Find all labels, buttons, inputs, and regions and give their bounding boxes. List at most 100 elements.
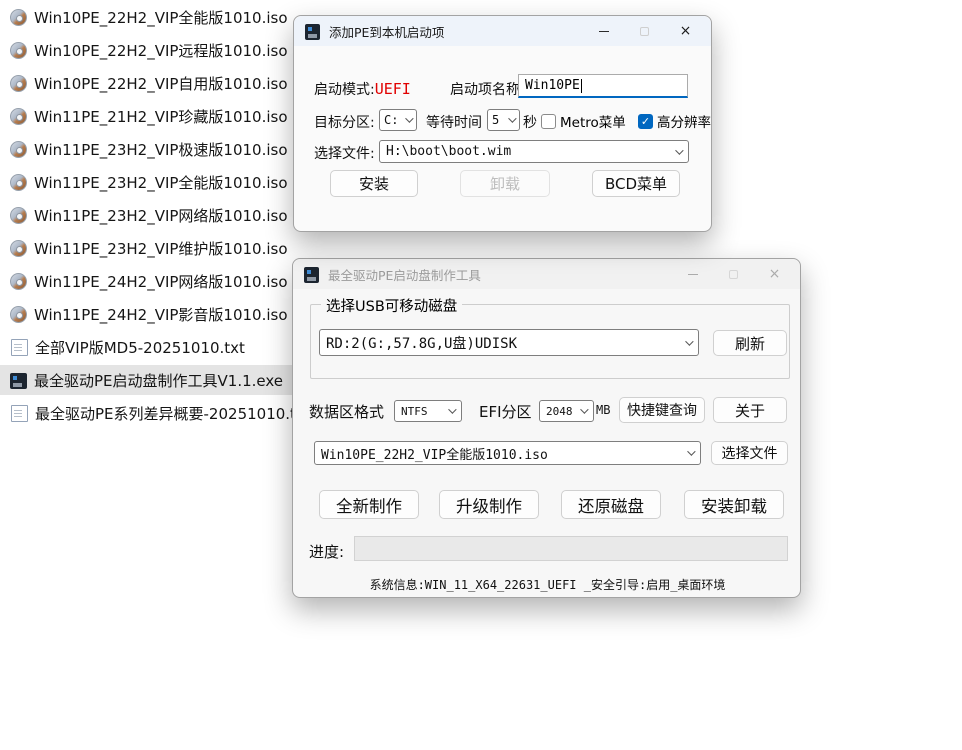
file-list-item[interactable]: Win11PE_23H2_VIP网络版1010.iso [0,200,302,230]
efi-size-value: 2048 [546,405,573,418]
dialog-title: 添加PE到本机启动项 [329,22,444,41]
iso-file-value: Win10PE_22H2_VIP全能版1010.iso [321,444,548,463]
disc-icon [10,207,27,224]
boot-wim-value: H:\boot\boot.wim [386,144,511,159]
boot-mode-value: UEFI [375,80,411,98]
disc-icon [10,240,27,257]
chevron-down-icon [580,405,588,413]
close-button[interactable]: × [665,16,706,46]
maximize-button[interactable] [713,259,754,289]
format-select[interactable]: NTFS [394,400,462,422]
disc-icon [10,42,27,59]
progress-label: 进度: [309,541,344,562]
file-list-item[interactable]: Win10PE_22H2_VIP自用版1010.iso [0,68,302,98]
disc-icon [10,273,27,290]
hotkey-query-button[interactable]: 快捷键查询 [619,397,705,423]
file-name: Win10PE_22H2_VIP远程版1010.iso [34,40,288,61]
wait-time-select[interactable]: 5 [487,109,520,131]
efi-size-select[interactable]: 2048 [539,400,594,422]
file-list-item[interactable]: Win11PE_24H2_VIP影音版1010.iso [0,299,302,329]
install-button[interactable]: 安装 [330,170,418,197]
chevron-down-icon [448,405,456,413]
disc-icon [10,9,27,26]
hires-checkbox-row[interactable]: 高分辨率 [638,111,711,131]
file-name: Win10PE_22H2_VIP全能版1010.iso [34,7,288,28]
main-window-title: 最全驱动PE启动盘制作工具 [328,265,481,284]
text-file-icon [11,339,28,356]
file-list-item[interactable]: 最全驱动PE系列差异概要-20251010.txt [0,398,325,428]
about-button[interactable]: 关于 [713,397,787,423]
file-list-item[interactable]: Win10PE_22H2_VIP远程版1010.iso [0,35,302,65]
format-label: 数据区格式 [309,401,384,422]
file-list-item[interactable]: Win11PE_21H2_VIP珍藏版1010.iso [0,101,302,131]
target-partition-select[interactable]: C: [379,109,417,131]
progress-bar [354,536,788,561]
target-partition-value: C: [384,113,398,127]
restore-disk-button[interactable]: 还原磁盘 [561,490,661,519]
executable-icon [10,373,27,389]
hires-checkbox[interactable] [638,114,653,129]
boot-name-input[interactable]: Win10PE [518,74,688,98]
file-name: 最全驱动PE系列差异概要-20251010.txt [35,403,311,424]
upgrade-make-button[interactable]: 升级制作 [439,490,539,519]
boot-wim-select[interactable]: H:\boot\boot.wim [379,140,689,163]
wait-time-label: 等待时间 [426,112,482,132]
file-list-item[interactable]: Win11PE_23H2_VIP维护版1010.iso [0,233,302,263]
disc-icon [10,108,27,125]
file-list-item[interactable]: 全部VIP版MD5-20251010.txt [0,332,259,362]
disc-icon [10,75,27,92]
metro-menu-checkbox-row[interactable]: Metro菜单 [541,111,626,131]
file-name: 最全驱动PE启动盘制作工具V1.1.exe [34,370,283,391]
uninstall-button: 卸载 [460,170,550,197]
choose-file-button[interactable]: 选择文件 [711,441,788,465]
file-list-item[interactable]: Win10PE_22H2_VIP全能版1010.iso [0,2,302,32]
minimize-button[interactable] [672,259,713,289]
file-list: Win10PE_22H2_VIP全能版1010.iso Win10PE_22H2… [0,2,325,431]
efi-label: EFI分区 [479,401,532,422]
app-icon [305,24,320,40]
select-file-label: 选择文件: [314,143,375,163]
file-name: Win11PE_23H2_VIP全能版1010.iso [34,172,288,193]
file-list-item[interactable]: 最全驱动PE启动盘制作工具V1.1.exe [0,365,297,395]
file-name: Win11PE_23H2_VIP网络版1010.iso [34,205,288,226]
boot-name-value: Win10PE [525,78,580,93]
close-button[interactable]: × [754,259,795,289]
metro-menu-checkbox[interactable] [541,114,556,129]
disc-icon [10,306,27,323]
usb-group-label: 选择USB可移动磁盘 [321,295,462,316]
chevron-down-icon [508,114,516,122]
target-partition-label: 目标分区: [314,112,375,132]
text-cursor [581,79,582,93]
minimize-button[interactable] [583,16,624,46]
file-list-item[interactable]: Win11PE_23H2_VIP全能版1010.iso [0,167,302,197]
metro-menu-label: Metro菜单 [560,111,626,131]
iso-file-select[interactable]: Win10PE_22H2_VIP全能版1010.iso [314,441,701,465]
file-name: Win11PE_23H2_VIP极速版1010.iso [34,139,288,160]
maximize-button[interactable] [624,16,665,46]
main-window-titlebar[interactable]: 最全驱动PE启动盘制作工具 × [293,259,800,289]
wait-time-value: 5 [492,113,499,127]
file-name: Win11PE_24H2_VIP网络版1010.iso [34,271,288,292]
file-list-item[interactable]: Win11PE_23H2_VIP极速版1010.iso [0,134,302,164]
disc-icon [10,141,27,158]
dialog-titlebar[interactable]: 添加PE到本机启动项 × [294,16,711,46]
usb-disk-select[interactable]: RD:2(G:,57.8G,U盘)UDISK [319,329,699,356]
file-list-item[interactable]: Win11PE_24H2_VIP网络版1010.iso [0,266,302,296]
app-icon [304,267,319,283]
chevron-down-icon [685,337,693,345]
chevron-down-icon [405,114,413,122]
bcd-menu-button[interactable]: BCD菜单 [592,170,680,197]
usb-disk-value: RD:2(G:,57.8G,U盘)UDISK [326,333,517,353]
install-uninstall-button[interactable]: 安装卸载 [684,490,784,519]
add-pe-dialog: 添加PE到本机启动项 × 启动模式:UEFI 启动项名称: Win10PE 目标… [293,15,712,232]
efi-unit-label: MB [596,403,610,417]
format-value: NTFS [401,405,428,418]
pe-maker-window: 最全驱动PE启动盘制作工具 × 选择USB可移动磁盘 RD:2(G:,57.8G… [292,258,801,598]
file-name: Win11PE_24H2_VIP影音版1010.iso [34,304,288,325]
file-name: Win11PE_21H2_VIP珍藏版1010.iso [34,106,288,127]
make-new-button[interactable]: 全新制作 [319,490,419,519]
system-info-status: 系统信息:WIN_11_X64_22631_UEFI _安全引导:启用_桌面环境 [293,576,802,593]
wait-time-unit: 秒 [523,112,537,132]
refresh-button[interactable]: 刷新 [713,330,787,356]
chevron-down-icon [675,146,683,154]
